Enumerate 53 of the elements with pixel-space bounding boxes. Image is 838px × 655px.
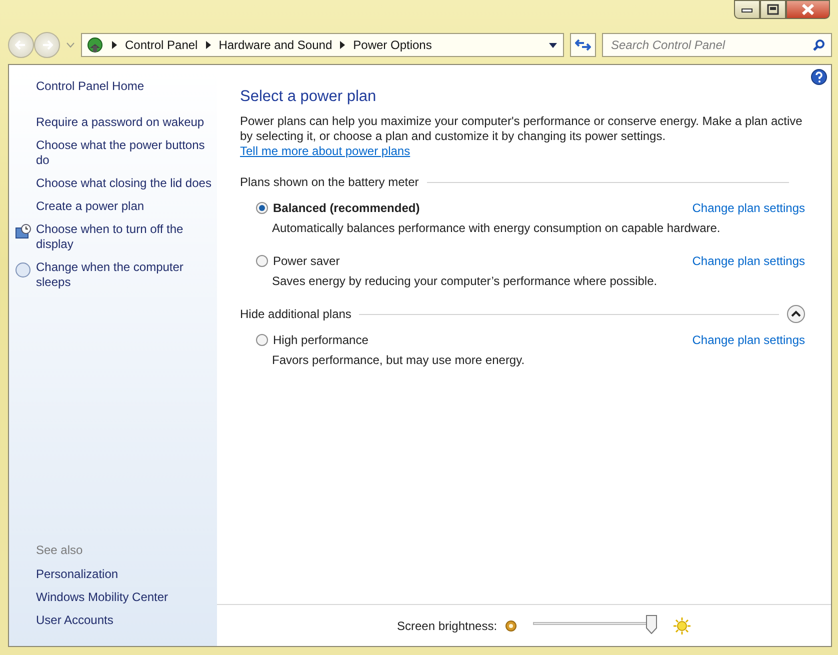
slider-thumb[interactable] <box>646 614 658 634</box>
breadcrumb-arrow-icon[interactable] <box>112 41 117 49</box>
maximize-icon[interactable] <box>765 3 781 16</box>
display-timer-icon <box>15 224 31 240</box>
plan-description: Saves energy by reducing your computer’s performance where possible. <box>271 273 658 290</box>
dropdown-arrow-icon[interactable] <box>549 42 557 48</box>
sidebar-link[interactable]: Control Panel Home <box>36 79 144 94</box>
search-icon[interactable] <box>813 39 825 51</box>
breadcrumb[interactable]: Hardware and Sound <box>218 36 332 54</box>
refresh-icon[interactable] <box>575 38 591 52</box>
see-also-link[interactable]: User Accounts <box>36 613 215 628</box>
minimize-button[interactable] <box>734 0 760 19</box>
intro-text: Power plans can help you maximize your computer's performance or conserve energy. Make a plan active by selecting it, or choose a plan and customize it by changing its power settings. Tell me more about power plans <box>240 114 804 160</box>
change-plan-settings-link[interactable]: Change plan settings <box>692 331 805 350</box>
page-title: Select a power plan <box>240 87 378 107</box>
help-link[interactable]: Tell me more about power plans <box>240 144 410 158</box>
close-button[interactable] <box>786 0 830 19</box>
sidebar-link[interactable]: Choose what the power buttons do <box>36 138 215 168</box>
sidebar-link[interactable]: Create a power plan <box>36 199 144 214</box>
brightness-label: Screen brightness: <box>396 618 498 634</box>
see-also-link[interactable]: Personalization <box>36 567 215 582</box>
change-plan-settings-link[interactable]: Change plan settings <box>692 199 805 218</box>
plan-name[interactable]: Balanced (recommended) <box>273 199 420 218</box>
help-icon[interactable] <box>811 69 827 85</box>
maximize-button[interactable] <box>760 0 786 19</box>
breadcrumb[interactable]: Power Options <box>353 36 432 54</box>
plan-name[interactable]: Power saver <box>273 252 340 270</box>
sidebar-link[interactable]: Choose what closing the lid does <box>36 176 212 191</box>
breadcrumb-arrow-icon[interactable] <box>206 41 211 49</box>
address-bar[interactable]: Control Panel Hardware and Sound Power Options <box>81 33 564 57</box>
sidebar-link[interactable]: Change when the computer sleeps <box>36 260 215 290</box>
sidebar-link[interactable]: Require a password on wakeup <box>36 115 204 130</box>
section-heading: Hide additional plans <box>240 306 352 324</box>
plan-name[interactable]: High performance <box>273 331 368 350</box>
radio-button[interactable] <box>256 202 268 214</box>
plan-description: Favors performance, but may use more energy. <box>271 352 526 370</box>
dim-sun-icon <box>505 620 518 632</box>
breadcrumb[interactable]: Control Panel <box>125 36 198 54</box>
see-also-link[interactable]: Windows Mobility Center <box>36 590 215 605</box>
radio-button[interactable] <box>256 255 268 268</box>
search-field[interactable]: Search Control Panel <box>602 33 832 57</box>
plan-description: Automatically balances performance with energy consumption on capable hardware. <box>271 220 722 238</box>
see-also-heading: See also <box>36 542 84 559</box>
change-plan-settings-link[interactable]: Change plan settings <box>692 252 805 270</box>
radio-button[interactable] <box>256 334 268 346</box>
refresh-button[interactable] <box>570 33 596 57</box>
section-heading: Plans shown on the battery meter <box>240 174 419 192</box>
collapse-icon[interactable] <box>787 305 805 324</box>
close-icon[interactable] <box>800 3 816 16</box>
sidebar-link[interactable]: Choose when to turn off the display <box>36 222 215 252</box>
bright-sun-icon <box>673 616 692 634</box>
brightness-slider[interactable] <box>533 614 658 636</box>
breadcrumb-arrow-icon[interactable] <box>340 41 346 49</box>
